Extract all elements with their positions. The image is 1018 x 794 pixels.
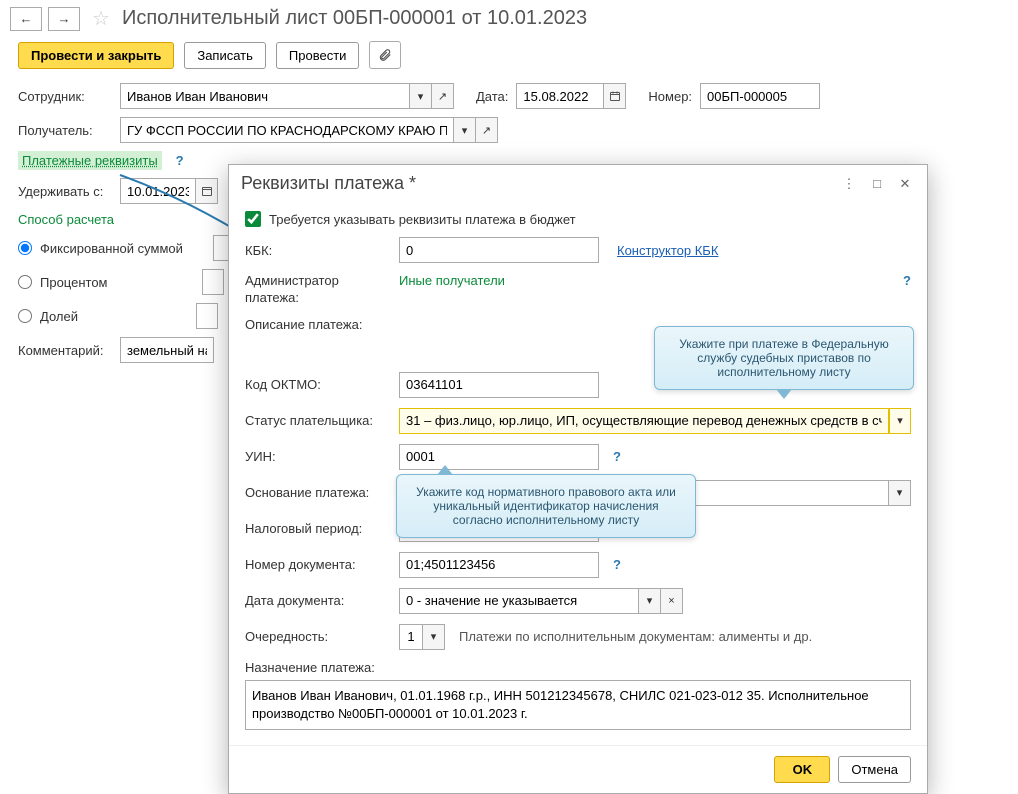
radio-fixed[interactable] xyxy=(18,241,32,255)
date-picker-button[interactable] xyxy=(604,83,626,109)
help-icon[interactable]: ? xyxy=(176,153,184,168)
doc-num-input[interactable] xyxy=(399,552,599,578)
nav-toolbar: ← → ☆ Исполнительный лист 00БП-000001 от… xyxy=(0,0,1018,37)
employee-input[interactable] xyxy=(120,83,410,109)
uin-label: УИН: xyxy=(245,449,391,464)
page-title: Исполнительный лист 00БП-000001 от 10.01… xyxy=(122,7,587,30)
basis-dropdown[interactable]: ▾ xyxy=(889,480,911,506)
dialog-footer: OK Отмена xyxy=(229,745,927,793)
employee-row: Сотрудник: ▾ ↗ Дата: Номер: xyxy=(0,79,1018,113)
withhold-label: Удерживать с: xyxy=(18,184,112,199)
doc-date-dropdown[interactable]: ▾ xyxy=(639,588,661,614)
main-toolbar: Провести и закрыть Записать Провести xyxy=(0,37,1018,79)
employee-label: Сотрудник: xyxy=(18,89,112,104)
radio-fixed-label: Фиксированной суммой xyxy=(40,241,183,256)
submit-close-button[interactable]: Провести и закрыть xyxy=(18,42,174,69)
oktmo-input[interactable] xyxy=(399,372,599,398)
comment-input[interactable] xyxy=(120,337,214,363)
favorite-star-icon[interactable]: ☆ xyxy=(92,6,110,31)
employee-dropdown-button[interactable]: ▾ xyxy=(410,83,432,109)
budget-checkbox-label: Требуется указывать реквизиты платежа в … xyxy=(269,212,576,227)
doc-num-label: Номер документа: xyxy=(245,557,391,572)
ok-button[interactable]: OK xyxy=(774,756,830,783)
comment-label: Комментарий: xyxy=(18,343,112,358)
doc-date-clear[interactable]: × xyxy=(661,588,683,614)
save-button[interactable]: Записать xyxy=(184,42,266,69)
admin-help-icon[interactable]: ? xyxy=(903,273,911,288)
dialog-header: Реквизиты платежа * ⋮ □ ✕ xyxy=(229,165,927,202)
dialog-more-button[interactable]: ⋮ xyxy=(839,174,859,194)
admin-label: Администратор платежа: xyxy=(245,273,391,307)
recipient-dropdown-button[interactable]: ▾ xyxy=(454,117,476,143)
dialog-maximize-button[interactable]: □ xyxy=(867,174,887,194)
doc-num-help-icon[interactable]: ? xyxy=(613,557,621,572)
payer-status-input[interactable] xyxy=(399,408,889,434)
attach-button[interactable] xyxy=(369,41,401,69)
share-input[interactable] xyxy=(196,303,218,329)
kbk-input[interactable] xyxy=(399,237,599,263)
forward-button[interactable]: → xyxy=(48,7,80,31)
budget-checkbox[interactable] xyxy=(245,211,261,227)
uin-input[interactable] xyxy=(399,444,599,470)
purpose-textarea[interactable] xyxy=(245,680,911,730)
employee-open-button[interactable]: ↗ xyxy=(432,83,454,109)
oktmo-label: Код ОКТМО: xyxy=(245,377,391,392)
priority-input[interactable] xyxy=(399,624,423,650)
dialog-title: Реквизиты платежа * xyxy=(241,173,416,194)
priority-dropdown[interactable]: ▾ xyxy=(423,624,445,650)
withhold-input[interactable] xyxy=(120,178,196,204)
kbk-constructor-link[interactable]: Конструктор КБК xyxy=(617,243,718,258)
callout-payer-status: Укажите при платеже в Федеральную службу… xyxy=(654,326,914,390)
date-input[interactable] xyxy=(516,83,604,109)
radio-percent[interactable] xyxy=(18,275,32,289)
date-label: Дата: xyxy=(476,89,508,104)
desc-label: Описание платежа: xyxy=(245,317,391,332)
calendar-icon xyxy=(201,185,213,197)
callout-uin: Укажите код нормативного правового акта … xyxy=(396,474,696,538)
radio-percent-label: Процентом xyxy=(40,275,108,290)
number-label: Номер: xyxy=(648,89,692,104)
radio-share-label: Долей xyxy=(40,309,78,324)
doc-date-input[interactable] xyxy=(399,588,639,614)
recipient-row: Получатель: ▾ ↗ xyxy=(0,113,1018,147)
back-button[interactable]: ← xyxy=(10,7,42,31)
radio-share[interactable] xyxy=(18,309,32,323)
recipient-label: Получатель: xyxy=(18,123,112,138)
payment-requisites-link[interactable]: Платежные реквизиты xyxy=(18,151,162,170)
basis-label: Основание платежа: xyxy=(245,485,391,500)
number-input[interactable] xyxy=(700,83,820,109)
dialog-close-button[interactable]: ✕ xyxy=(895,174,915,194)
uin-help-icon[interactable]: ? xyxy=(613,449,621,464)
kbk-label: КБК: xyxy=(245,243,391,258)
recipient-input[interactable] xyxy=(120,117,454,143)
payer-status-dropdown[interactable]: ▾ xyxy=(889,408,911,434)
cancel-button[interactable]: Отмена xyxy=(838,756,911,783)
calendar-icon xyxy=(609,90,621,102)
admin-value: Иные получатели xyxy=(399,273,505,288)
priority-label: Очередность: xyxy=(245,629,391,644)
paperclip-icon xyxy=(378,48,392,62)
priority-desc: Платежи по исполнительным документам: ал… xyxy=(459,629,812,644)
recipient-open-button[interactable]: ↗ xyxy=(476,117,498,143)
percent-input[interactable] xyxy=(202,269,224,295)
tax-period-label: Налоговый период: xyxy=(245,521,391,536)
doc-date-label: Дата документа: xyxy=(245,593,391,608)
status-label: Статус плательщика: xyxy=(245,413,391,428)
purpose-label: Назначение платежа: xyxy=(245,660,375,675)
submit-button[interactable]: Провести xyxy=(276,42,360,69)
withhold-date-button[interactable] xyxy=(196,178,218,204)
